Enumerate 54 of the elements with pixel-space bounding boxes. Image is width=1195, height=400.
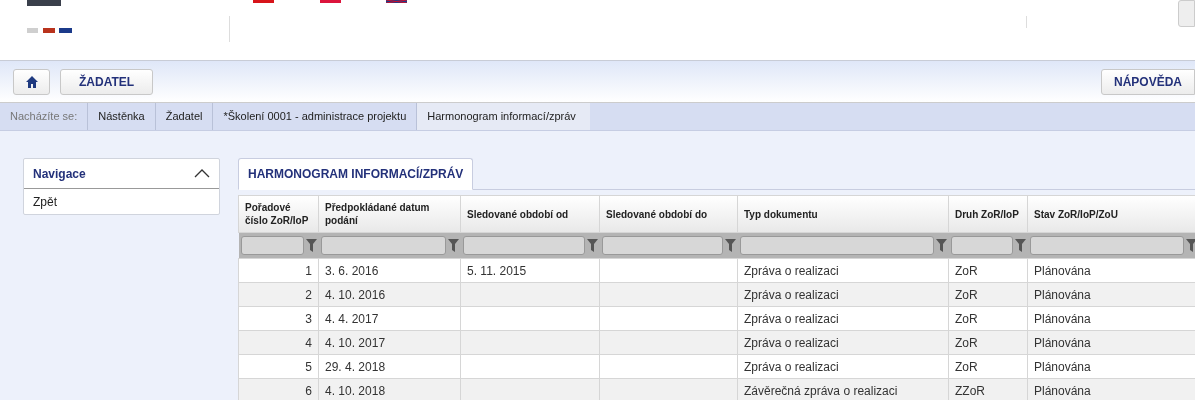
table-cell: ZoR <box>948 306 1028 331</box>
table-cell: ZoR <box>948 282 1028 307</box>
collapse-button[interactable] <box>194 169 210 178</box>
home-icon <box>25 75 38 88</box>
table-cell: 6 <box>238 378 319 400</box>
table-cell: 5 <box>238 354 319 379</box>
column-header[interactable]: Sledované období do <box>599 195 738 233</box>
filter-field[interactable] <box>320 236 446 255</box>
flag-icon[interactable] <box>320 0 341 3</box>
chevron-up-icon <box>194 169 210 178</box>
applicant-button[interactable]: ŽADATEL <box>60 68 154 95</box>
table-cell: 3 <box>238 306 319 331</box>
logo-bar-icon <box>60 28 72 33</box>
filter-field[interactable] <box>950 236 1013 255</box>
table-cell: ZoR <box>948 258 1028 283</box>
home-button[interactable] <box>13 68 50 95</box>
column-header[interactable]: Typ dokumentu <box>737 195 949 233</box>
page-title: Harmonogram informací/zpráv <box>417 103 590 130</box>
table-cell: Plánována <box>1027 258 1195 283</box>
table-cell: ZoR <box>948 330 1028 355</box>
column-header[interactable]: Předpokládané datum podání <box>318 195 461 233</box>
table-cell: Zpráva o realizaci <box>737 306 949 331</box>
filter-field[interactable] <box>240 236 304 255</box>
breadcrumb-link[interactable]: Nástěnka <box>88 103 156 130</box>
column-header[interactable]: Druh ZoR/IoP <box>948 195 1028 233</box>
flag-icon[interactable] <box>253 0 274 3</box>
table-cell: 29. 4. 2018 <box>318 354 461 379</box>
column-header[interactable]: Stav ZoR/IoP/ZoU <box>1027 195 1195 233</box>
table-cell: 1 <box>238 258 319 283</box>
table-cell: 4. 10. 2017 <box>318 330 461 355</box>
table-cell: 5. 11. 2015 <box>460 258 600 283</box>
table-cell: ZoR <box>948 354 1028 379</box>
panel-title: Navigace <box>33 165 86 183</box>
table-cell: 4 <box>238 330 319 355</box>
breadcrumb-label: Nacházíte se: <box>10 103 89 130</box>
filter-field[interactable] <box>1029 236 1184 255</box>
flag-icon[interactable] <box>386 0 407 3</box>
filter-field[interactable] <box>462 236 585 255</box>
table-cell: Zpráva o realizaci <box>737 282 949 307</box>
table-cell: 4. 10. 2016 <box>318 282 461 307</box>
table-cell: 3. 6. 2016 <box>318 258 461 283</box>
column-header[interactable]: Pořadové číslo ZoR/IoP <box>238 195 319 233</box>
filter-field[interactable] <box>739 236 934 255</box>
tab[interactable]: HARMONOGRAM INFORMACÍ/ZPRÁV <box>238 158 474 190</box>
table-cell: 2 <box>238 282 319 307</box>
table-cell: Zpráva o realizaci <box>737 354 949 379</box>
table-cell: 4. 4. 2017 <box>318 306 461 331</box>
table-cell: Zpráva o realizaci <box>737 258 949 283</box>
filter-field[interactable] <box>601 236 723 255</box>
help-button[interactable]: NÁPOVĚDA <box>1101 68 1195 95</box>
column-header[interactable]: Sledované období od <box>460 195 600 233</box>
nav-link[interactable]: Zpět <box>33 192 57 211</box>
table-cell: Zpráva o realizaci <box>737 330 949 355</box>
breadcrumb-link[interactable]: Žadatel <box>155 103 214 130</box>
